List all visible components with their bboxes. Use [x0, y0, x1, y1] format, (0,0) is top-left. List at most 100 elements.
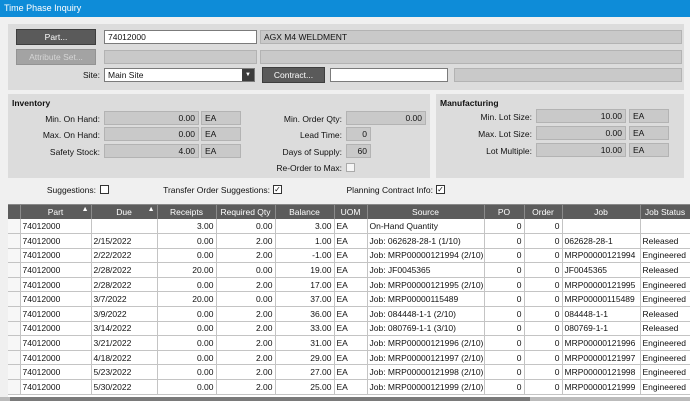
grid-body: 74012000 3.00 0.00 3.00 EA On-Hand Quantity 0 0… — [8, 219, 690, 395]
site-value: Main Site — [108, 70, 144, 80]
table-row[interactable]: 74012000 2/28/2022 0.00 2.00 17.00 EA Job: MRP… — [8, 277, 690, 293]
column-header-order[interactable]: Order — [524, 205, 563, 219]
attribute-set-button[interactable]: Attribute Set... — [16, 49, 96, 65]
column-header-due[interactable]: Due ▲ — [91, 205, 158, 219]
cell-source: Job: MRP00000115489 — [367, 291, 485, 308]
row-selector[interactable] — [8, 248, 21, 264]
cell-po: 0 — [484, 291, 525, 308]
horizontal-scrollbar[interactable] — [0, 397, 690, 401]
table-row[interactable]: 74012000 3/14/2022 0.00 2.00 33.00 EA Job: 080… — [8, 321, 690, 337]
cell-order: 0 — [524, 379, 563, 395]
cell-receipts: 0.00 — [157, 248, 217, 264]
part-button[interactable]: Part... — [16, 29, 96, 45]
cell-receipts: 0.00 — [157, 335, 217, 351]
table-row[interactable]: 74012000 3/7/2022 20.00 0.00 37.00 EA Job: MRP… — [8, 291, 690, 308]
column-header-label: Job Status — [644, 207, 686, 217]
contract-button[interactable]: Contract... — [262, 67, 325, 83]
reorder-to-max-checkbox[interactable] — [346, 163, 355, 172]
site-combo[interactable]: Main Site ▼ — [104, 68, 255, 82]
row-selector[interactable] — [8, 277, 21, 293]
row-selector[interactable] — [8, 306, 21, 322]
cell-receipts: 0.00 — [157, 277, 217, 293]
cell-part: 74012000 — [20, 277, 92, 293]
part-input[interactable]: 74012000 — [104, 30, 257, 44]
cell-receipts: 0.00 — [157, 379, 217, 395]
cell-required-qty: 2.00 — [216, 335, 276, 351]
cell-job-status: Released — [640, 306, 690, 322]
lead-time-label: Lead Time: — [299, 130, 342, 140]
contract-input[interactable] — [330, 68, 448, 82]
min-lot-size-label: Min. Lot Size: — [480, 112, 533, 122]
row-selector[interactable] — [8, 233, 21, 249]
min-lot-size-uom: EA — [629, 109, 669, 123]
cell-part: 74012000 — [20, 306, 92, 322]
table-row[interactable]: 74012000 5/23/2022 0.00 2.00 27.00 EA Job: MRP… — [8, 364, 690, 381]
column-header-part[interactable]: Part ▲ — [20, 205, 92, 219]
planning-contract-info-checkbox[interactable]: ✓ — [436, 185, 445, 194]
cell-order: 0 — [524, 291, 563, 308]
min-on-hand-label: Min. On Hand: — [45, 114, 100, 124]
inventory-panel: Inventory Min. On Hand: 0.00 EA Max. On … — [8, 94, 430, 178]
row-selector-header — [8, 205, 21, 219]
table-row[interactable]: 74012000 3/9/2022 0.00 2.00 36.00 EA Job: 0844… — [8, 306, 690, 322]
inventory-title: Inventory — [12, 98, 51, 108]
table-row[interactable]: 74012000 2/28/2022 20.00 0.00 19.00 EA Job: JF… — [8, 262, 690, 278]
reorder-to-max-label: Re-Order to Max: — [276, 163, 342, 173]
table-row[interactable]: 74012000 2/15/2022 0.00 2.00 1.00 EA Job: 0626… — [8, 233, 690, 249]
time-phase-grid[interactable]: Part ▲ Due ▲ Receipts Required Qty Balance UOM S… — [8, 204, 690, 397]
chevron-down-icon[interactable]: ▼ — [242, 69, 254, 81]
days-of-supply-label: Days of Supply: — [282, 147, 342, 157]
lead-time-field: 0 — [346, 127, 371, 141]
table-row[interactable]: 74012000 4/18/2022 0.00 2.00 29.00 EA Job: MRP… — [8, 350, 690, 366]
cell-balance: -1.00 — [275, 248, 335, 264]
cell-order: 0 — [524, 219, 563, 235]
column-header-required-qty[interactable]: Required Qty — [216, 205, 276, 219]
row-selector[interactable] — [8, 335, 21, 351]
cell-required-qty: 2.00 — [216, 321, 276, 337]
row-selector[interactable] — [8, 291, 21, 308]
cell-job: MRP00000121995 — [562, 277, 641, 293]
part-description-field: AGX M4 WELDMENT — [260, 30, 682, 44]
row-selector[interactable] — [8, 364, 21, 381]
cell-source: Job: JF0045365 — [367, 262, 485, 278]
column-header-label: Balance — [289, 207, 320, 217]
max-on-hand-field: 0.00 — [104, 127, 199, 141]
table-row[interactable]: 74012000 2/22/2022 0.00 2.00 -1.00 EA Job: MRP… — [8, 248, 690, 264]
cell-due: 5/23/2022 — [91, 364, 158, 381]
transfer-order-suggestions-label: Transfer Order Suggestions: — [163, 185, 270, 195]
transfer-order-suggestions-checkbox[interactable]: ✓ — [273, 185, 282, 194]
column-header-balance[interactable]: Balance — [275, 205, 335, 219]
row-selector[interactable] — [8, 262, 21, 278]
scrollbar-thumb[interactable] — [10, 397, 530, 401]
cell-uom: EA — [334, 219, 368, 235]
row-selector[interactable] — [8, 350, 21, 366]
cell-due: 2/28/2022 — [91, 277, 158, 293]
column-header-source[interactable]: Source — [367, 205, 485, 219]
cell-part: 74012000 — [20, 350, 92, 366]
table-row[interactable]: 74012000 3.00 0.00 3.00 EA On-Hand Quantity 0 0 — [8, 219, 690, 235]
row-selector[interactable] — [8, 219, 21, 235]
sort-ascending-icon[interactable]: ▲ — [148, 206, 155, 213]
cell-po: 0 — [484, 306, 525, 322]
cell-receipts: 3.00 — [157, 219, 217, 235]
row-selector[interactable] — [8, 321, 21, 337]
column-header-uom[interactable]: UOM — [334, 205, 368, 219]
table-row[interactable]: 74012000 5/30/2022 0.00 2.00 25.00 EA Job: MRP… — [8, 379, 690, 395]
cell-balance: 36.00 — [275, 306, 335, 322]
column-header-label: Required Qty — [220, 207, 271, 217]
row-selector[interactable] — [8, 379, 21, 395]
column-header-receipts[interactable]: Receipts — [157, 205, 217, 219]
cell-part: 74012000 — [20, 219, 92, 235]
column-header-job[interactable]: Job — [562, 205, 641, 219]
cell-job: MRP00000121999 — [562, 379, 641, 395]
cell-due: 3/7/2022 — [91, 291, 158, 308]
column-header-label: Receipts — [169, 207, 204, 217]
table-row[interactable]: 74012000 3/21/2022 0.00 2.00 31.00 EA Job: MRP… — [8, 335, 690, 351]
lot-multiple-label: Lot Multiple: — [486, 146, 532, 156]
sort-ascending-icon[interactable]: ▲ — [82, 206, 89, 213]
cell-job-status: Engineered — [640, 248, 690, 264]
column-header-job-status[interactable]: Job Status — [640, 205, 690, 219]
suggestions-checkbox[interactable] — [100, 185, 109, 194]
column-header-po[interactable]: PO — [484, 205, 525, 219]
max-lot-size-uom: EA — [629, 126, 669, 140]
